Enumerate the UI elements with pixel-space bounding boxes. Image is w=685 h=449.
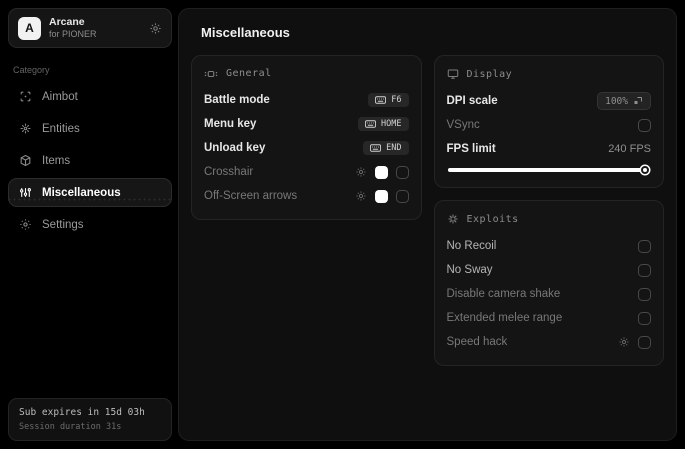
- keybind-value: HOME: [381, 119, 402, 129]
- keybind-button[interactable]: F6: [368, 93, 409, 107]
- sidebar-item-settings[interactable]: Settings: [8, 210, 172, 239]
- setting-row-disable-camera-shake: Disable camera shake: [446, 282, 651, 306]
- setting-label: VSync: [446, 119, 480, 131]
- speed-hack-checkbox[interactable]: [638, 335, 651, 349]
- general-icon: [204, 69, 218, 79]
- sidebar-item-items[interactable]: Items: [8, 146, 172, 175]
- no-recoil-checkbox[interactable]: [638, 239, 651, 253]
- general-card: General Battle mode F6 Menu key HOME Unl…: [191, 55, 422, 220]
- setting-label: FPS limit: [446, 143, 496, 155]
- app-window: A Arcane for PIONER Category Aimbot Enti…: [0, 0, 685, 449]
- sub-expires-text: Sub expires in 15d 03h: [19, 407, 145, 418]
- miscellaneous-icon: [18, 186, 32, 199]
- entities-icon: [18, 122, 32, 135]
- vsync-checkbox[interactable]: [638, 118, 651, 132]
- gear-icon[interactable]: [355, 166, 367, 178]
- page-title: Miscellaneous: [201, 25, 290, 40]
- setting-row-no-sway: No Sway: [446, 258, 651, 282]
- session-duration-text: Session duration 31s: [19, 422, 122, 432]
- setting-label: Crosshair: [204, 166, 254, 178]
- disable-camera-shake-checkbox[interactable]: [638, 287, 651, 301]
- setting-label: Speed hack: [446, 336, 508, 348]
- aimbot-icon: [18, 90, 32, 103]
- color-swatch[interactable]: [374, 165, 388, 179]
- keybind-button[interactable]: HOME: [358, 117, 409, 131]
- setting-label: Battle mode: [204, 94, 270, 106]
- sidebar-item-label: Settings: [42, 218, 84, 231]
- crosshair-checkbox[interactable]: [395, 165, 409, 179]
- setting-label: Menu key: [204, 118, 257, 130]
- setting-row-dpi-scale: DPI scale 100%: [446, 89, 651, 113]
- subscription-info: Sub expires in 15d 03h Session duration …: [8, 398, 172, 441]
- dpi-scale-value: 100%: [605, 95, 628, 107]
- fps-limit-slider[interactable]: [447, 165, 650, 175]
- no-sway-checkbox[interactable]: [638, 263, 651, 277]
- sidebar-item-aimbot[interactable]: Aimbot: [8, 82, 172, 111]
- brand-logo: A: [18, 16, 41, 40]
- keybind-value: END: [386, 143, 402, 153]
- exploits-icon: [447, 213, 459, 225]
- extended-melee-range-checkbox[interactable]: [638, 311, 651, 325]
- sidebar-item-label: Entities: [42, 122, 80, 135]
- card-header-label: General: [226, 68, 272, 79]
- scale-icon: [634, 97, 642, 104]
- settings-icon: [18, 218, 32, 231]
- setting-row-menu-key: Menu key HOME: [204, 112, 409, 136]
- category-label: Category: [13, 65, 50, 76]
- keybind-value: F6: [391, 95, 402, 105]
- brand-subtitle: for PIONER: [49, 29, 97, 40]
- sidebar-item-miscellaneous[interactable]: Miscellaneous: [8, 178, 172, 208]
- setting-row-fps-limit: FPS limit 240 FPS: [447, 137, 652, 161]
- card-header-label: Display: [466, 68, 513, 80]
- display-icon: [447, 68, 459, 80]
- items-icon: [18, 154, 32, 167]
- setting-row-no-recoil: No Recoil: [446, 234, 651, 258]
- setting-label: DPI scale: [446, 95, 498, 107]
- color-swatch[interactable]: [374, 189, 388, 203]
- brand-title: Arcane: [49, 16, 85, 28]
- fps-limit-value: 240 FPS: [608, 143, 651, 155]
- setting-row-vsync: VSync: [446, 113, 651, 137]
- setting-row-crosshair: Crosshair: [204, 160, 409, 184]
- main-panel: Miscellaneous General Battle mode F6 Men…: [178, 8, 677, 441]
- dpi-scale-select[interactable]: 100%: [597, 92, 651, 110]
- setting-row-unload-key: Unload key END: [204, 136, 409, 160]
- brand-card: A Arcane for PIONER: [8, 8, 172, 49]
- setting-label: Disable camera shake: [446, 288, 561, 300]
- slider-handle[interactable]: [640, 166, 649, 174]
- setting-row-offscreen-arrows: Off-Screen arrows: [204, 184, 409, 208]
- display-card: Display DPI scale 100% VSync FPS limit 2…: [433, 55, 664, 188]
- sidebar-item-entities[interactable]: Entities: [8, 114, 172, 143]
- card-header-label: Exploits: [466, 213, 519, 225]
- sidebar-item-label: Aimbot: [42, 90, 78, 103]
- sidebar-item-label: Miscellaneous: [42, 186, 121, 199]
- keybind-button[interactable]: END: [363, 141, 409, 155]
- gear-icon[interactable]: [618, 336, 630, 348]
- sidebar-item-label: Items: [42, 154, 71, 167]
- setting-row-extended-melee-range: Extended melee range: [446, 306, 651, 330]
- exploits-card: Exploits No Recoil No Sway Disable camer…: [433, 200, 664, 366]
- gear-icon[interactable]: [355, 190, 367, 202]
- keyboard-icon: [365, 120, 376, 128]
- setting-label: Unload key: [204, 142, 266, 154]
- setting-label: Extended melee range: [446, 312, 563, 324]
- setting-label: No Sway: [446, 264, 493, 276]
- setting-label: Off-Screen arrows: [204, 190, 298, 202]
- keyboard-icon: [375, 96, 387, 104]
- keyboard-icon: [370, 144, 382, 152]
- setting-row-battle-mode: Battle mode F6: [204, 88, 409, 112]
- sidebar: A Arcane for PIONER Category Aimbot Enti…: [8, 8, 172, 441]
- settings-icon[interactable]: [149, 22, 162, 35]
- setting-label: No Recoil: [446, 240, 497, 252]
- offscreen-arrows-checkbox[interactable]: [395, 189, 409, 203]
- setting-row-speed-hack: Speed hack: [446, 330, 651, 354]
